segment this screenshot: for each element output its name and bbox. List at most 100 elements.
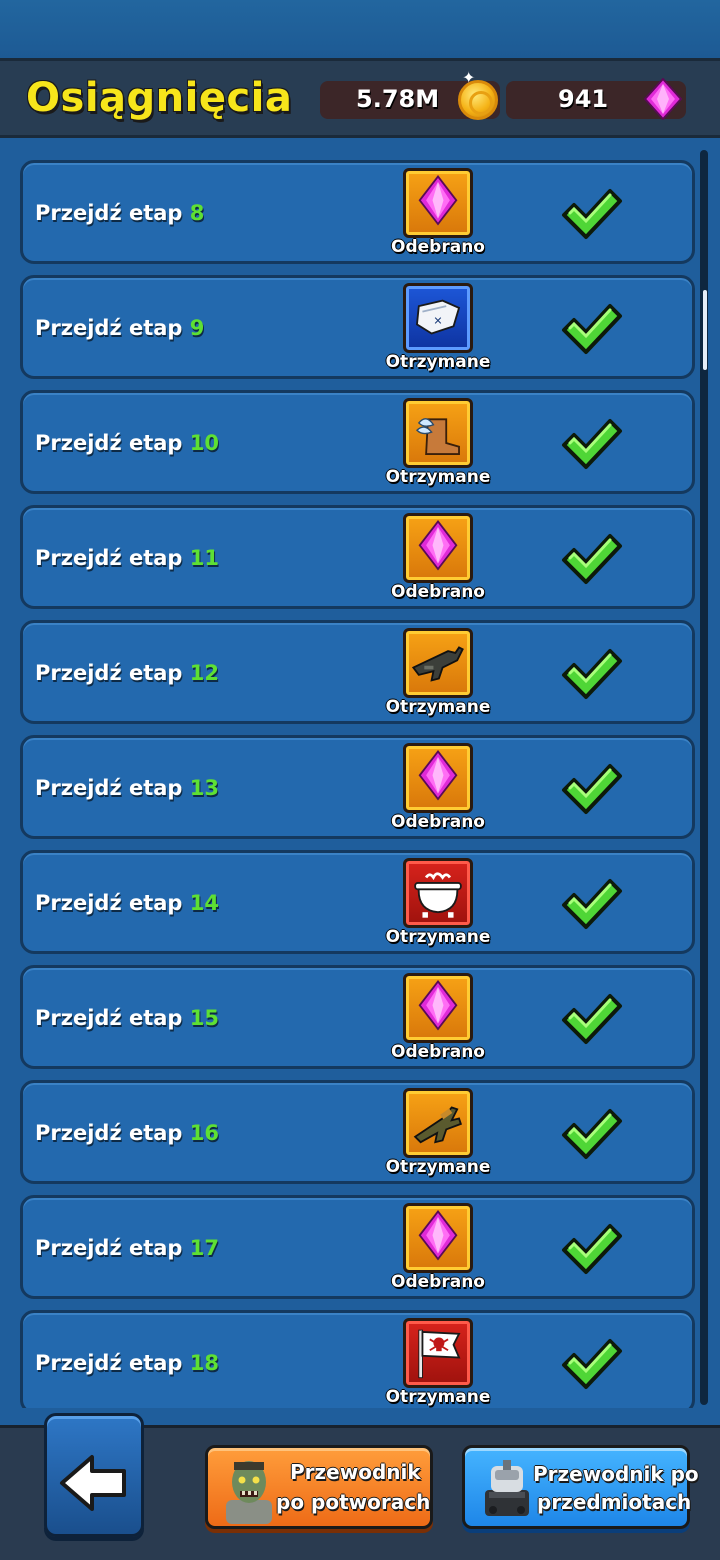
items-guide-button[interactable]: Przewodnik po przedmiotach (462, 1445, 699, 1529)
reward-status: Otrzymane (385, 467, 491, 487)
monsters-guide-label-1: Przewodnik (290, 1460, 421, 1484)
stage-number: 14 (189, 891, 220, 915)
items-guide-label-1: Przewodnik po (533, 1462, 699, 1486)
top-background (0, 0, 720, 58)
achievement-text: Przejdź etap (35, 431, 183, 455)
achievement-row[interactable]: Przejdź etap 14 Otrzymane (20, 850, 695, 954)
reward-slot[interactable] (403, 1318, 473, 1388)
reward-status: Otrzymane (385, 697, 491, 717)
reward-status: Otrzymane (385, 927, 491, 947)
reward-status: Odebrano (391, 1042, 485, 1062)
achievement-text: Przejdź etap (35, 1121, 183, 1145)
stage-number: 12 (189, 661, 220, 685)
pirate-flag-icon (418, 1329, 461, 1379)
reward-slot[interactable] (403, 973, 473, 1043)
checkmark-icon (562, 304, 622, 354)
reward-slot[interactable] (403, 398, 473, 468)
rifle-gun-icon (413, 1106, 463, 1144)
stage-number: 9 (189, 316, 205, 340)
stage-number: 8 (189, 201, 205, 225)
checkmark-icon (562, 649, 622, 699)
gem-icon (644, 78, 682, 120)
achievement-row[interactable]: Przejdź etap 15 Odebrano (20, 965, 695, 1069)
achievement-label: Przejdź etap 14 (35, 891, 219, 915)
reward-status: Odebrano (391, 582, 485, 602)
header-bar: Osiągnięcia 5.78M 941 (0, 58, 720, 138)
smg-gun-icon (411, 646, 464, 682)
monsters-guide-button[interactable]: Przewodnik po potworach (205, 1445, 433, 1529)
checkmark-icon (562, 1109, 622, 1159)
reward-status: Odebrano (391, 812, 485, 832)
reward-slot[interactable] (403, 513, 473, 583)
achievement-row[interactable]: Przejdź etap 13 Odebrano (20, 735, 695, 839)
achievement-row[interactable]: Przejdź etap 16 Otrzymane (20, 1080, 695, 1184)
achievement-text: Przejdź etap (35, 316, 183, 340)
achievement-label: Przejdź etap 9 (35, 316, 204, 340)
reward-slot[interactable] (403, 168, 473, 238)
gem-icon (418, 174, 458, 226)
monsters-guide-label-2: po potworach (276, 1490, 431, 1514)
scroll-map-icon: ✕ (416, 299, 461, 335)
stage-number: 17 (189, 1236, 220, 1260)
checkmark-icon (562, 189, 622, 239)
achievement-row[interactable]: Przejdź etap 9 ✕ Otrzymane (20, 275, 695, 379)
gem-icon (418, 519, 458, 571)
achievement-label: Przejdź etap 15 (35, 1006, 219, 1030)
scrollbar-thumb[interactable] (703, 290, 707, 370)
stage-number: 16 (189, 1121, 220, 1145)
reward-slot[interactable] (403, 628, 473, 698)
achievement-label: Przejdź etap 17 (35, 1236, 219, 1260)
gem-icon (418, 979, 458, 1031)
achievement-label: Przejdź etap 18 (35, 1351, 219, 1375)
gems-value: 941 (558, 85, 609, 113)
achievement-text: Przejdź etap (35, 661, 183, 685)
svg-text:✕: ✕ (433, 314, 442, 327)
reward-slot[interactable] (403, 743, 473, 813)
achievement-text: Przejdź etap (35, 1351, 183, 1375)
cauldron-icon (414, 872, 462, 918)
checkmark-icon (562, 419, 622, 469)
stage-number: 11 (189, 546, 220, 570)
achievement-row[interactable]: Przejdź etap 10 Otrzymane (20, 390, 695, 494)
achievement-text: Przejdź etap (35, 1006, 183, 1030)
reward-status: Odebrano (391, 237, 485, 257)
reward-status: Otrzymane (385, 1387, 491, 1407)
achievement-text: Przejdź etap (35, 891, 183, 915)
reward-slot[interactable]: ✕ (403, 283, 473, 353)
checkmark-icon (562, 994, 622, 1044)
zombie-icon (226, 1461, 272, 1524)
reward-slot[interactable] (403, 1088, 473, 1158)
page-title: Osiągnięcia (26, 75, 293, 121)
stage-number: 10 (189, 431, 220, 455)
achievement-row[interactable]: Przejdź etap 18 Otrzymane (20, 1310, 695, 1408)
achievement-label: Przejdź etap 13 (35, 776, 219, 800)
coins-value: 5.78M (356, 85, 440, 113)
achievement-label: Przejdź etap 10 (35, 431, 219, 455)
stage-number: 18 (189, 1351, 220, 1375)
achievement-row[interactable]: Przejdź etap 8 Odebrano (20, 160, 695, 264)
achievement-row[interactable]: Przejdź etap 11 Odebrano (20, 505, 695, 609)
checkmark-icon (562, 1224, 622, 1274)
stage-number: 13 (189, 776, 220, 800)
back-button[interactable] (44, 1413, 144, 1537)
achievements-list[interactable]: Przejdź etap 8 Odebrano Przejdź etap 9 ✕ Otr… (0, 138, 720, 1408)
gem-icon (418, 1209, 458, 1261)
reward-slot[interactable] (403, 858, 473, 928)
reward-slot[interactable] (403, 1203, 473, 1273)
achievement-row[interactable]: Przejdź etap 17 Odebrano (20, 1195, 695, 1299)
achievement-label: Przejdź etap 16 (35, 1121, 219, 1145)
reward-status: Otrzymane (385, 352, 491, 372)
achievement-label: Przejdź etap 8 (35, 201, 204, 225)
achievement-text: Przejdź etap (35, 546, 183, 570)
checkmark-icon (562, 879, 622, 929)
checkmark-icon (562, 534, 622, 584)
achievement-text: Przejdź etap (35, 1236, 183, 1260)
stage-number: 15 (189, 1006, 220, 1030)
achievement-label: Przejdź etap 11 (35, 546, 219, 570)
turret-icon (485, 1460, 529, 1516)
reward-status: Odebrano (391, 1272, 485, 1292)
achievement-text: Przejdź etap (35, 201, 183, 225)
achievement-row[interactable]: Przejdź etap 12 Otrzymane (20, 620, 695, 724)
gem-icon (418, 749, 458, 801)
checkmark-icon (562, 1339, 622, 1389)
